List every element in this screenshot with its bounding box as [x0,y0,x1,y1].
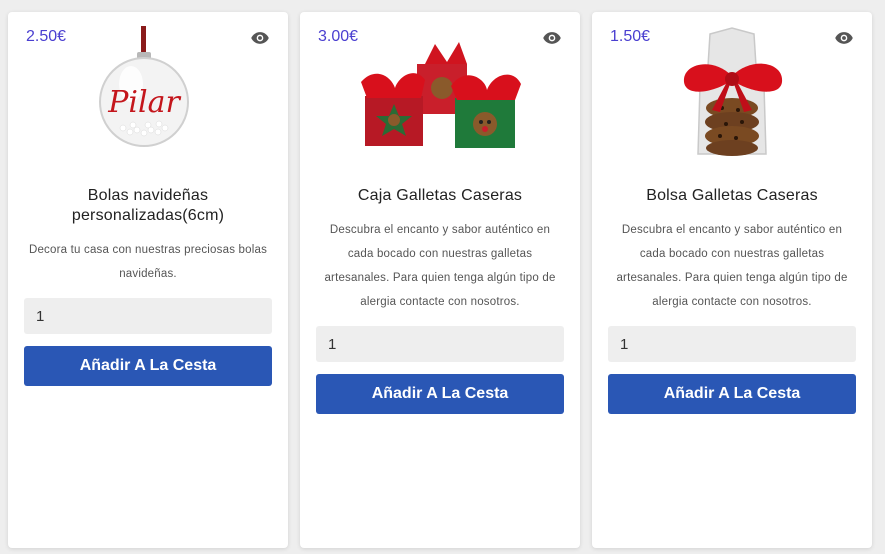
add-to-cart-button[interactable]: Añadir A La Cesta [24,346,272,386]
cookie-bag-with-bow-icon [683,27,783,156]
product-description: Descubra el encanto y sabor auténtico en… [616,224,848,308]
christmas-ornament-ball-icon: Pilar [99,26,189,147]
cookie-gift-boxes-icon [361,42,521,148]
product-title[interactable]: Caja Galletas Caseras [316,186,564,206]
eye-icon[interactable] [250,28,270,48]
quantity-input[interactable] [24,298,272,334]
eye-icon[interactable] [834,28,854,48]
add-to-cart-button[interactable]: Añadir A La Cesta [316,374,564,414]
quantity-input[interactable] [316,326,564,362]
quantity-input[interactable] [608,326,856,362]
product-title[interactable]: Bolas navideñas personalizadas(6cm) [24,186,272,226]
product-price: 2.50€ [26,28,67,45]
eye-icon[interactable] [542,28,562,48]
product-price: 3.00€ [318,28,359,45]
ornament-text: Pilar [107,85,181,120]
add-to-cart-button[interactable]: Añadir A La Cesta [608,374,856,414]
product-description: Decora tu casa con nuestras preciosas bo… [28,244,268,280]
product-card: 3.00€ Caja Galletas Caseras Descubra el … [300,12,580,548]
product-card: 1.50€ Bolsa Galletas Caseras Descubra el… [592,12,872,548]
product-title[interactable]: Bolsa Galletas Caseras [608,186,856,206]
product-price: 1.50€ [610,28,651,45]
product-grid: 2.50€ Pilar Bolas navideñas personalizad… [8,12,872,548]
product-card: 2.50€ Pilar Bolas navideñas personalizad… [8,12,288,548]
product-description: Descubra el encanto y sabor auténtico en… [324,224,556,308]
